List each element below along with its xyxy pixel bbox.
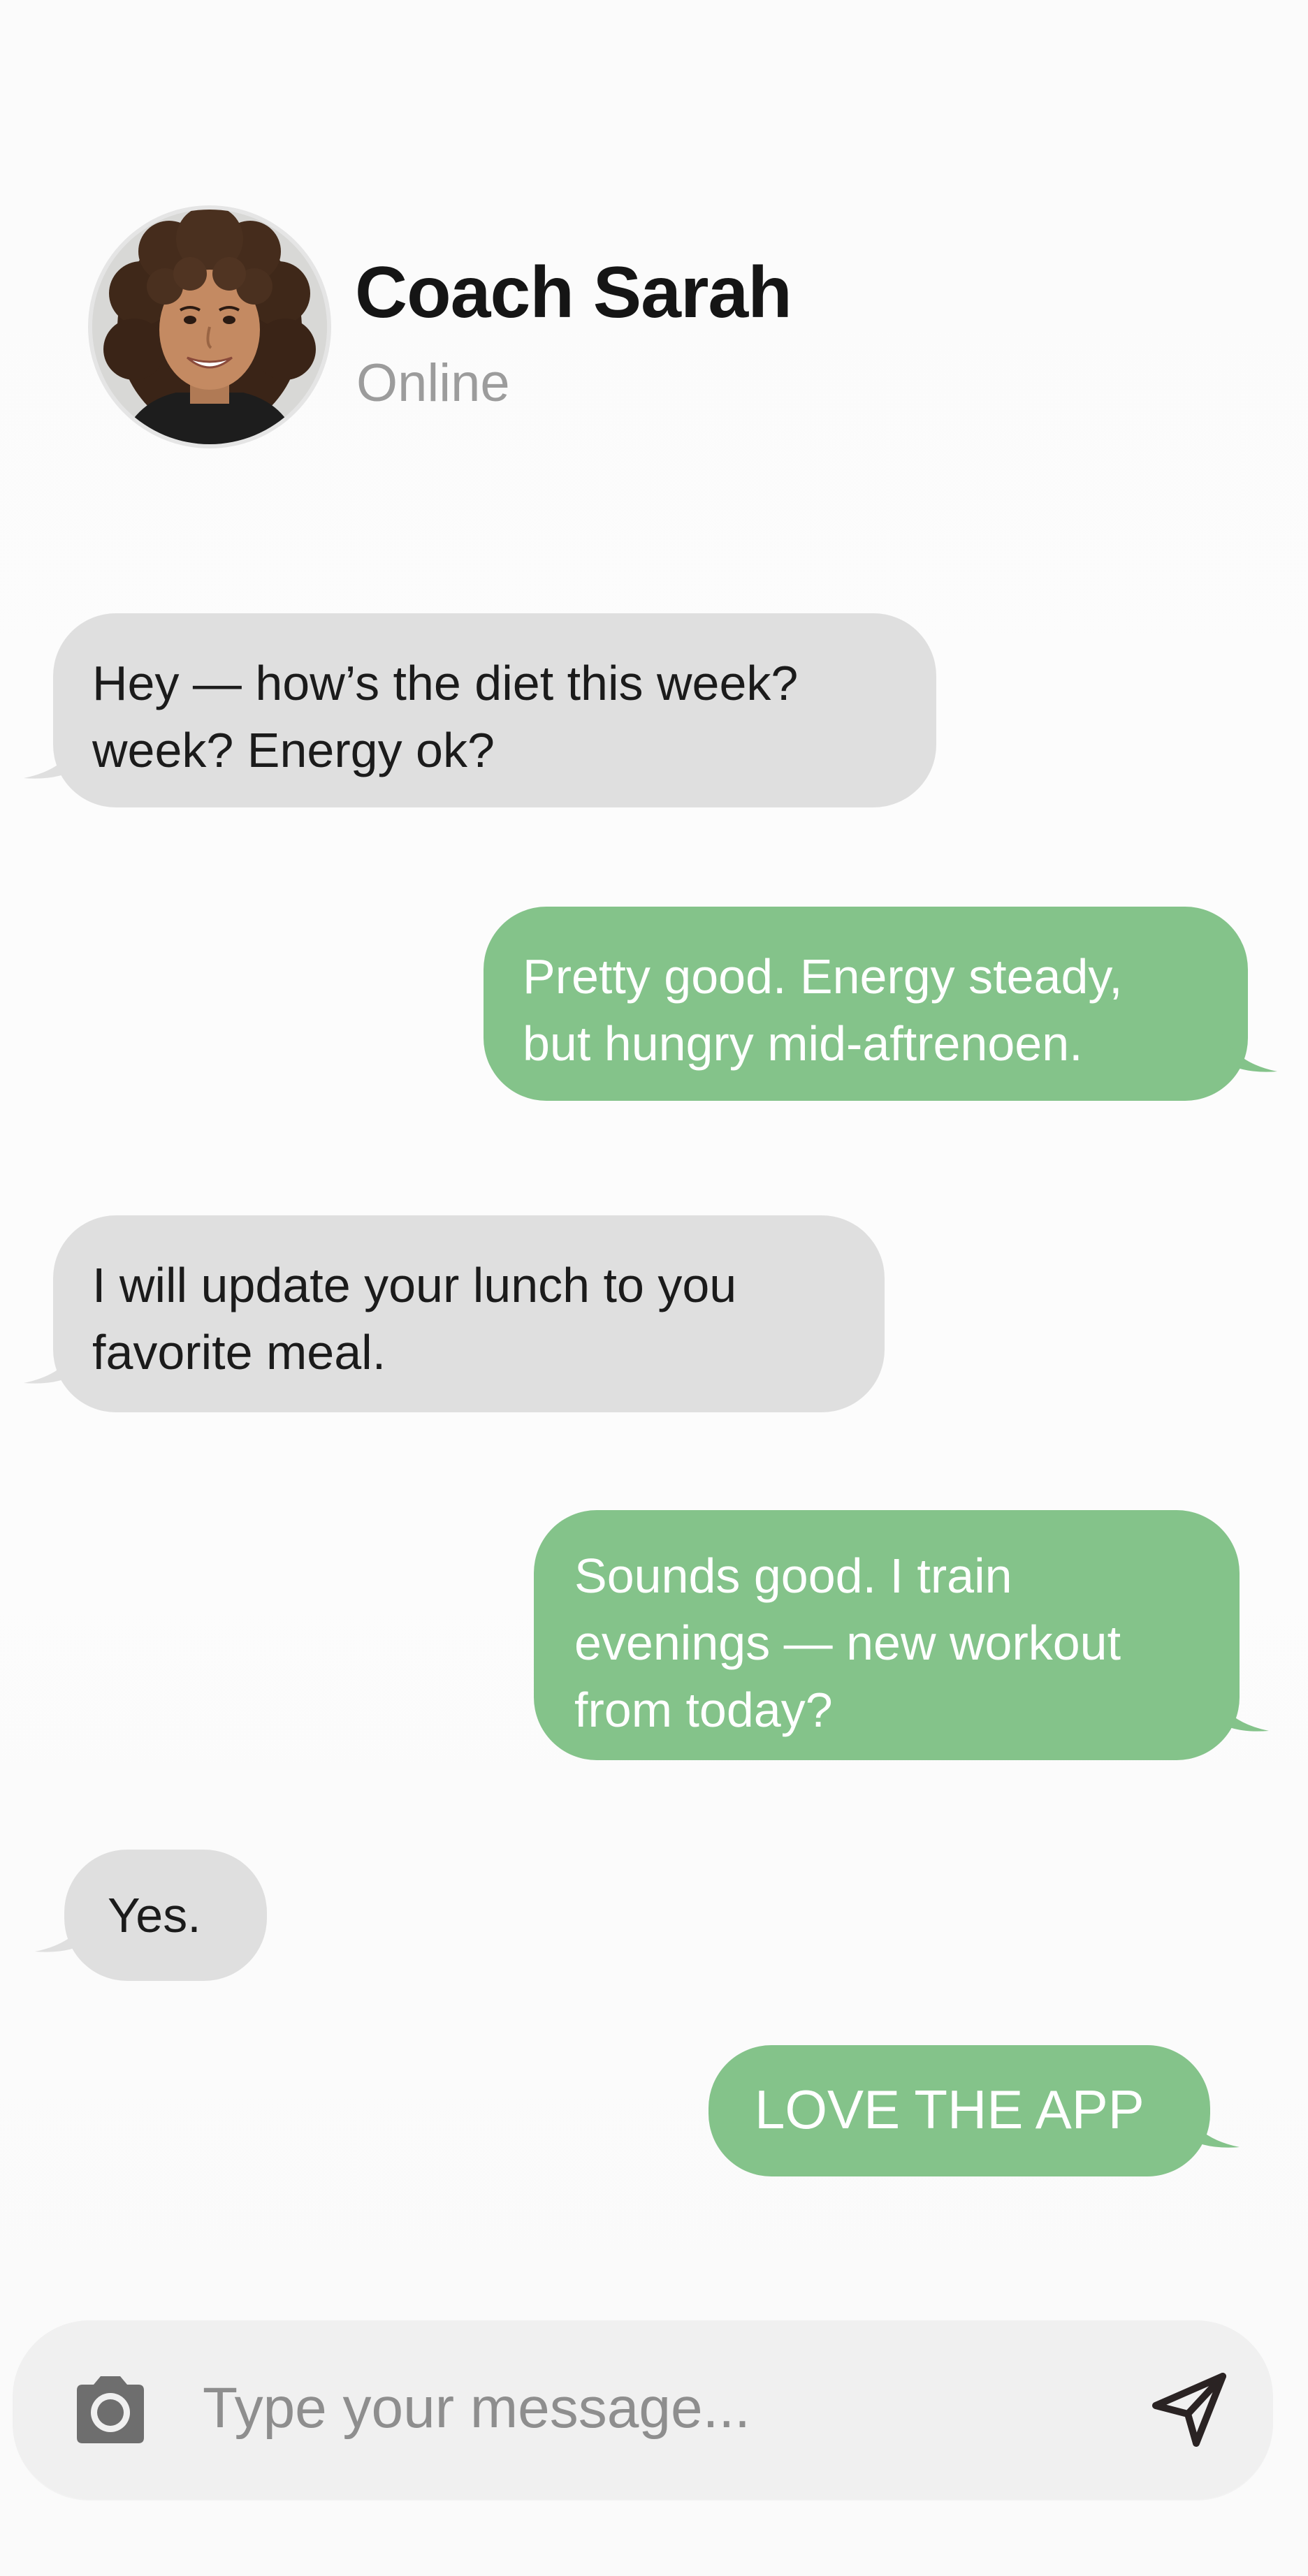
send-button[interactable] <box>1144 2365 1234 2454</box>
message-text: I will update your lunch to you favorite… <box>92 1258 737 1380</box>
incoming-message-bubble[interactable]: Yes. <box>35 1850 267 1981</box>
message-text: LOVE THE APP <box>755 2079 1144 2140</box>
chat-screen: Coach Sarah Online Hey — how’s the diet … <box>0 0 1308 2576</box>
bubble-tail <box>24 739 80 779</box>
contact-status: Online <box>356 353 510 413</box>
camera-icon <box>77 2376 144 2443</box>
message-text: Sounds good. I train evenings — new work… <box>574 1549 1121 1737</box>
chat-header: Coach Sarah Online <box>0 0 1308 489</box>
avatar[interactable] <box>92 210 327 444</box>
camera-button[interactable] <box>68 2371 152 2447</box>
bubble-tail <box>35 1912 91 1952</box>
message-text: Hey — how’s the diet this week? week? En… <box>92 656 799 777</box>
message-composer <box>13 2320 1273 2499</box>
avatar-portrait <box>92 210 327 444</box>
incoming-message-bubble[interactable]: Hey — how’s the diet this week? week? En… <box>24 613 936 807</box>
message-text: Pretty good. Energy steady, but hungry m… <box>523 949 1123 1071</box>
contact-name: Coach Sarah <box>355 252 792 333</box>
message-input[interactable] <box>201 2355 1112 2461</box>
incoming-message-bubble[interactable]: I will update your lunch to you favorite… <box>24 1215 885 1412</box>
message-text: Yes. <box>108 1888 201 1942</box>
bubble-tail <box>24 1344 80 1384</box>
outgoing-message-bubble[interactable]: Sounds good. I train evenings — new work… <box>534 1510 1269 1760</box>
outgoing-message-bubble[interactable]: Pretty good. Energy steady, but hungry m… <box>484 907 1277 1101</box>
send-icon <box>1152 2373 1226 2447</box>
outgoing-message-bubble[interactable]: LOVE THE APP <box>708 2045 1240 2176</box>
